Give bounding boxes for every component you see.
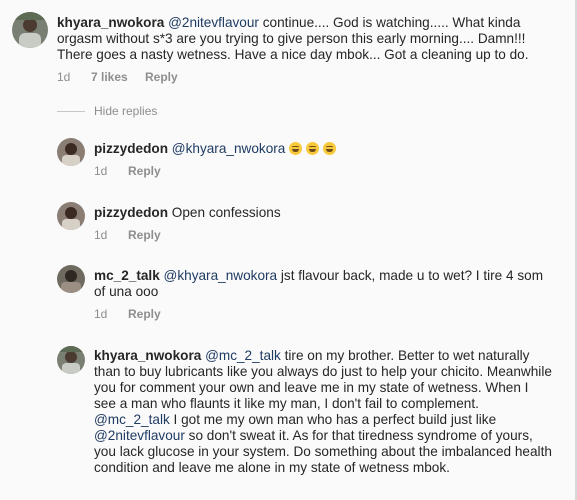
- hide-replies-button[interactable]: Hide replies: [94, 104, 157, 118]
- laughing-emoji-icon: [323, 142, 337, 155]
- reply-button[interactable]: Reply: [128, 164, 161, 178]
- reply-button[interactable]: Reply: [128, 307, 161, 321]
- reply-button[interactable]: Reply: [128, 228, 161, 242]
- mention-link[interactable]: @mc_2_talk: [94, 412, 170, 427]
- avatar[interactable]: [57, 202, 85, 230]
- comment-body: Open confessions: [171, 205, 281, 220]
- comment-body: I got me my own man who has a perfect bu…: [169, 412, 497, 427]
- comment-meta: 1d 7 likes Reply: [57, 70, 178, 84]
- comment-text: pizzydedon Open confessions: [94, 205, 554, 221]
- comment-body: jst flavour back, made u to wet? I tire …: [94, 268, 544, 299]
- avatar[interactable]: [12, 12, 48, 48]
- comment-username[interactable]: pizzydedon: [94, 141, 168, 156]
- mention-link[interactable]: @mc_2_talk: [205, 348, 281, 363]
- mention-link[interactable]: @2nitevflavour: [94, 428, 185, 443]
- mention-link[interactable]: @khyara_nwokora: [172, 141, 286, 156]
- comments-panel: khyara_nwokora @2nitevflavour continue..…: [0, 0, 577, 500]
- likes-count[interactable]: 7 likes: [91, 70, 145, 84]
- reply-button[interactable]: Reply: [145, 70, 178, 84]
- divider: [57, 111, 85, 112]
- comment-time: 1d: [94, 307, 108, 321]
- laughing-emoji-icon: [306, 142, 320, 155]
- comment-text: mc_2_talk @khyara_nwokora jst flavour ba…: [94, 268, 554, 300]
- mention-link[interactable]: @khyara_nwokora: [164, 268, 278, 283]
- laughing-emoji-icon: [289, 142, 303, 155]
- comment-meta: 1d Reply: [94, 307, 161, 321]
- comment-username[interactable]: pizzydedon: [94, 205, 168, 220]
- comment-time: 1d: [94, 164, 108, 178]
- comment-text: khyara_nwokora @2nitevflavour continue..…: [57, 15, 557, 63]
- comment-username[interactable]: mc_2_talk: [94, 268, 160, 283]
- avatar[interactable]: [57, 346, 85, 374]
- comment-username[interactable]: khyara_nwokora: [94, 348, 201, 363]
- comment-meta: 1d Reply: [94, 228, 161, 242]
- comment-meta: 1d Reply: [94, 164, 161, 178]
- avatar[interactable]: [57, 138, 85, 166]
- comment-time: 1d: [94, 228, 108, 242]
- comment-time: 1d: [57, 70, 71, 84]
- avatar[interactable]: [57, 265, 85, 293]
- comment-text: khyara_nwokora @mc_2_talk tire on my bro…: [94, 348, 552, 476]
- mention-link[interactable]: @2nitevflavour: [168, 15, 259, 30]
- comment-username[interactable]: khyara_nwokora: [57, 15, 164, 30]
- comment-text: pizzydedon @khyara_nwokora: [94, 141, 554, 157]
